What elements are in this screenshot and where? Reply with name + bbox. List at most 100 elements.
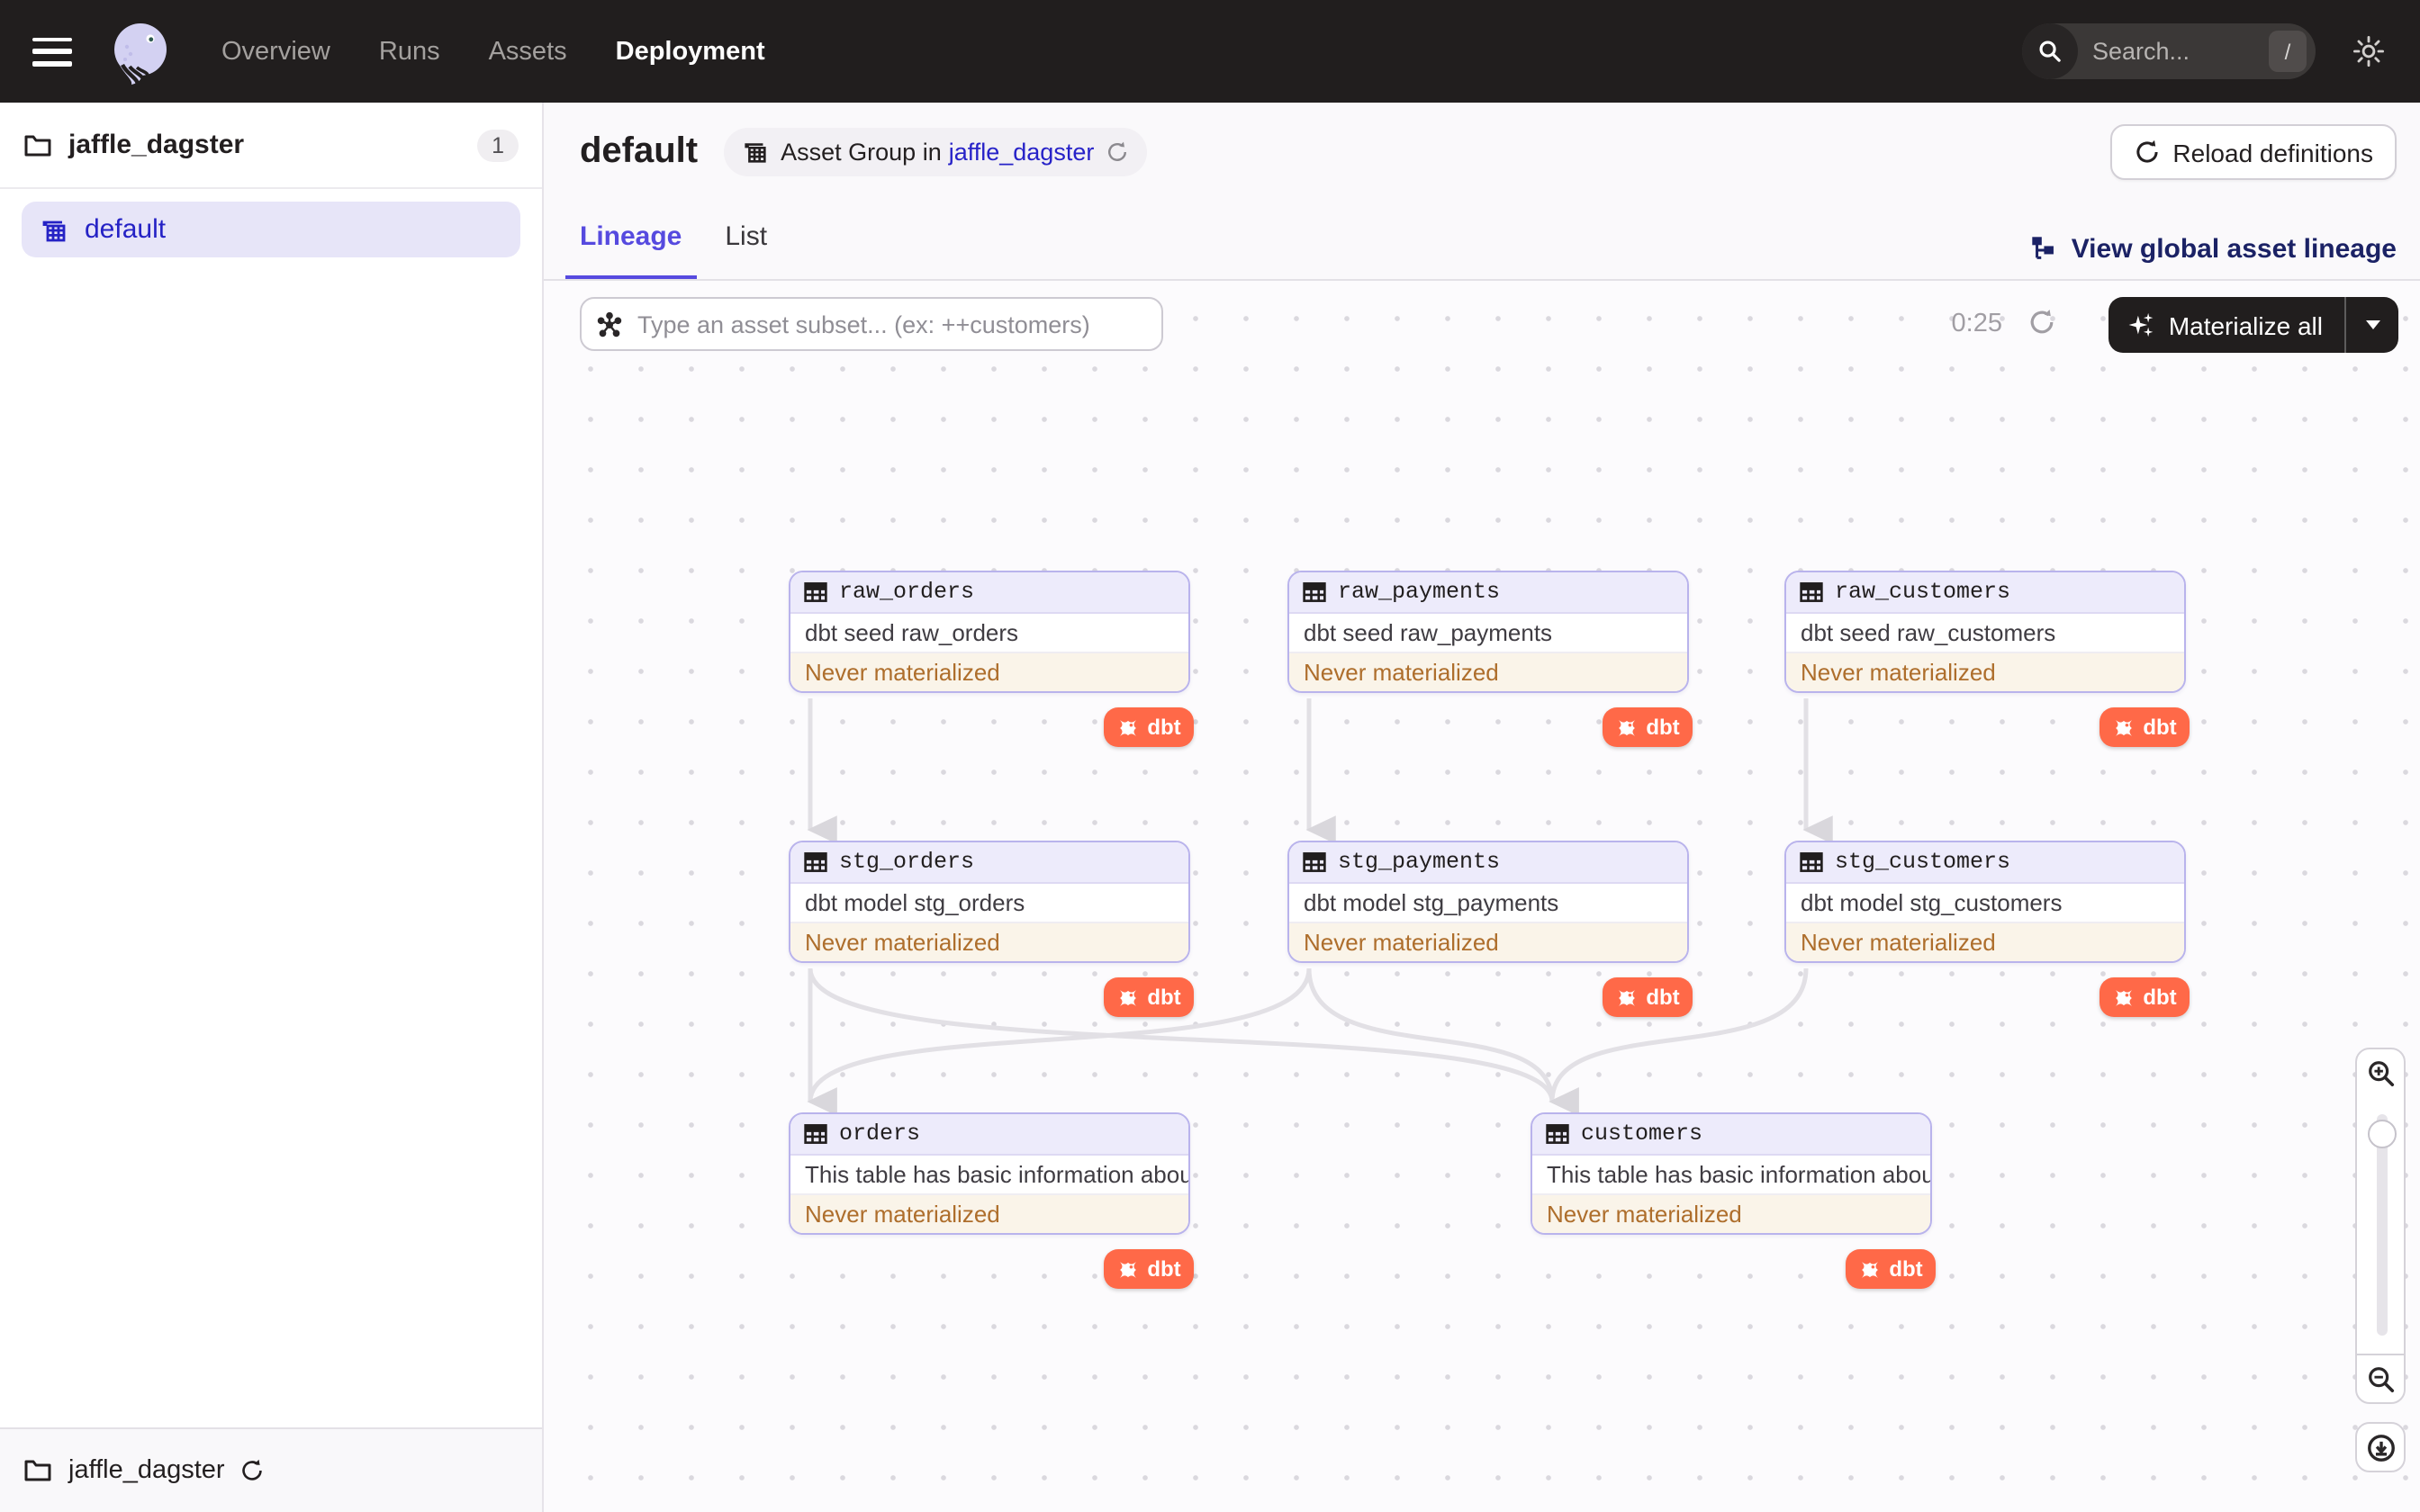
zoom-out-button[interactable] (2355, 1354, 2406, 1404)
dbt-badge-label: dbt (1646, 985, 1680, 1010)
dbt-badge[interactable]: dbt (1603, 707, 1693, 747)
tab-list[interactable]: List (725, 214, 767, 279)
folder-icon (24, 134, 51, 156)
asset-description: dbt seed raw_orders (790, 614, 1188, 653)
asset-name: orders (839, 1121, 921, 1147)
nav-item-overview[interactable]: Overview (221, 37, 330, 66)
dbt-logo-icon (1120, 989, 1137, 1005)
search-shortcut-key: / (2269, 31, 2307, 72)
view-global-asset-lineage-link[interactable]: View global asset lineage (2032, 234, 2397, 265)
asset-node-header: stg_payments (1289, 842, 1687, 884)
asset-node-header: stg_customers (1786, 842, 2184, 884)
table-icon (1303, 582, 1326, 602)
asset-status: Never materialized (1532, 1195, 1930, 1233)
sidebar-project-row[interactable]: jaffle_dagster 1 (0, 103, 542, 189)
asset-status: Never materialized (1786, 653, 2184, 691)
sidebar-item-label: default (85, 214, 167, 245)
settings-gear-icon[interactable] (2341, 24, 2395, 78)
table-icon (804, 852, 827, 872)
nav-item-runs[interactable]: Runs (379, 37, 440, 66)
lineage-graph-icon (2033, 237, 2054, 259)
asset-status: Never materialized (1786, 923, 2184, 961)
table-icon (1800, 852, 1823, 872)
nav-links: Overview Runs Assets Deployment (221, 37, 765, 66)
asset-group-project-link[interactable]: jaffle_dagster (949, 139, 1095, 166)
asset-node-raw_payments[interactable]: raw_paymentsdbt seed raw_payments Never m… (1287, 571, 1689, 693)
asset-node-header: orders (790, 1114, 1188, 1156)
left-sidebar: jaffle_dagster 1 default jaffle_dagster (0, 103, 544, 1512)
lineage-edge-stg_payments-to-customers (1306, 968, 1579, 1116)
tab-lineage[interactable]: Lineage (565, 214, 696, 279)
asset-description: This table has basic information about .… (1532, 1156, 1930, 1195)
main-panel: default Asset Group in jaffle_dagster Re… (544, 103, 2420, 1512)
zoom-slider[interactable] (2355, 1096, 2406, 1354)
menu-icon[interactable] (32, 37, 72, 66)
nav-item-assets[interactable]: Assets (489, 37, 567, 66)
sidebar-footer-name: jaffle_dagster (68, 1456, 225, 1485)
dbt-badge-label: dbt (1889, 1256, 1923, 1282)
nav-right-cluster: Search... / (2022, 23, 2420, 79)
dagster-logo-icon[interactable] (104, 15, 176, 87)
sidebar-item-default[interactable]: default (22, 202, 520, 257)
dbt-badge[interactable]: dbt (1104, 707, 1194, 747)
sidebar-footer: jaffle_dagster (0, 1427, 542, 1512)
dbt-badge-label: dbt (1646, 715, 1680, 740)
asset-node-header: raw_payments (1289, 572, 1687, 614)
asset-group-header: default Asset Group in jaffle_dagster Re… (544, 103, 2420, 281)
asset-node-orders[interactable]: orders This table has basic information a… (789, 1112, 1190, 1235)
asset-node-stg_payments[interactable]: stg_payments dbt model stg_payments Never … (1287, 841, 1689, 963)
dbt-badge[interactable]: dbt (1104, 1249, 1194, 1289)
page-title: default (580, 131, 699, 171)
folder-icon (24, 1460, 51, 1481)
dbt-badge[interactable]: dbt (1603, 977, 1693, 1017)
sidebar-project-name: jaffle_dagster (68, 130, 245, 160)
asset-group-icon (744, 143, 765, 163)
recenter-graph-button[interactable] (2355, 1422, 2406, 1472)
asset-status: Never materialized (1289, 923, 1687, 961)
nav-item-deployment[interactable]: Deployment (616, 37, 765, 66)
asset-status: Never materialized (1289, 653, 1687, 691)
lineage-canvas[interactable]: raw_orders dbt seed raw_orders Never mater… (544, 283, 2420, 1512)
reload-definitions-label: Reload definitions (2172, 138, 2373, 166)
dbt-badge[interactable]: dbt (1846, 1249, 1936, 1289)
reload-icon (2136, 140, 2158, 163)
dagster-app: Overview Runs Assets Deployment Search..… (0, 0, 2420, 1512)
reload-definitions-button[interactable]: Reload definitions (2109, 124, 2397, 180)
dbt-badge-label: dbt (1147, 985, 1181, 1010)
table-icon (1546, 1124, 1569, 1144)
table-icon (1800, 582, 1823, 602)
asset-name: raw_payments (1338, 580, 1501, 605)
dbt-badge[interactable]: dbt (2099, 707, 2190, 747)
asset-name: raw_customers (1835, 580, 2011, 605)
asset-name: stg_orders (839, 850, 975, 875)
search-placeholder: Search... (2092, 38, 2190, 65)
asset-description: dbt seed raw_payments (1289, 614, 1687, 653)
asset-node-raw_orders[interactable]: raw_orders dbt seed raw_orders Never mater… (789, 571, 1190, 693)
lineage-edge-stg_payments-to-orders (807, 968, 1312, 1116)
asset-status: Never materialized (790, 653, 1188, 691)
dbt-logo-icon (1120, 1261, 1137, 1277)
refresh-group-icon[interactable] (1105, 140, 1128, 164)
zoom-in-button[interactable] (2355, 1048, 2406, 1098)
zoom-slider-knob[interactable] (2368, 1120, 2397, 1148)
asset-description: dbt model stg_orders (790, 884, 1188, 923)
dbt-badge[interactable]: dbt (2099, 977, 2190, 1017)
dbt-badge-label: dbt (2143, 715, 2177, 740)
reload-location-icon[interactable] (239, 1458, 265, 1483)
sidebar-project-count: 1 (477, 129, 519, 161)
asset-name: customers (1581, 1121, 1703, 1147)
asset-description: This table has basic information about .… (790, 1156, 1188, 1195)
asset-node-stg_customers[interactable]: stg_customers dbt model stg_customers Neve… (1784, 841, 2186, 963)
search-input[interactable]: Search... / (2022, 23, 2316, 79)
dbt-badge[interactable]: dbt (1104, 977, 1194, 1017)
asset-node-customers[interactable]: customers This table has basic informatio… (1531, 1112, 1932, 1235)
asset-status: Never materialized (790, 923, 1188, 961)
dbt-logo-icon (2116, 719, 2133, 735)
dbt-logo-icon (1619, 719, 1636, 735)
asset-node-stg_orders[interactable]: stg_ordersdbt model stg_orders Never mate… (789, 841, 1190, 963)
dbt-logo-icon (1862, 1261, 1879, 1277)
asset-node-raw_customers[interactable]: raw_customers dbt seed raw_customers Never… (1784, 571, 2186, 693)
dbt-logo-icon (1619, 989, 1636, 1005)
asset-name: stg_customers (1835, 850, 2011, 875)
dbt-logo-icon (2116, 989, 2133, 1005)
